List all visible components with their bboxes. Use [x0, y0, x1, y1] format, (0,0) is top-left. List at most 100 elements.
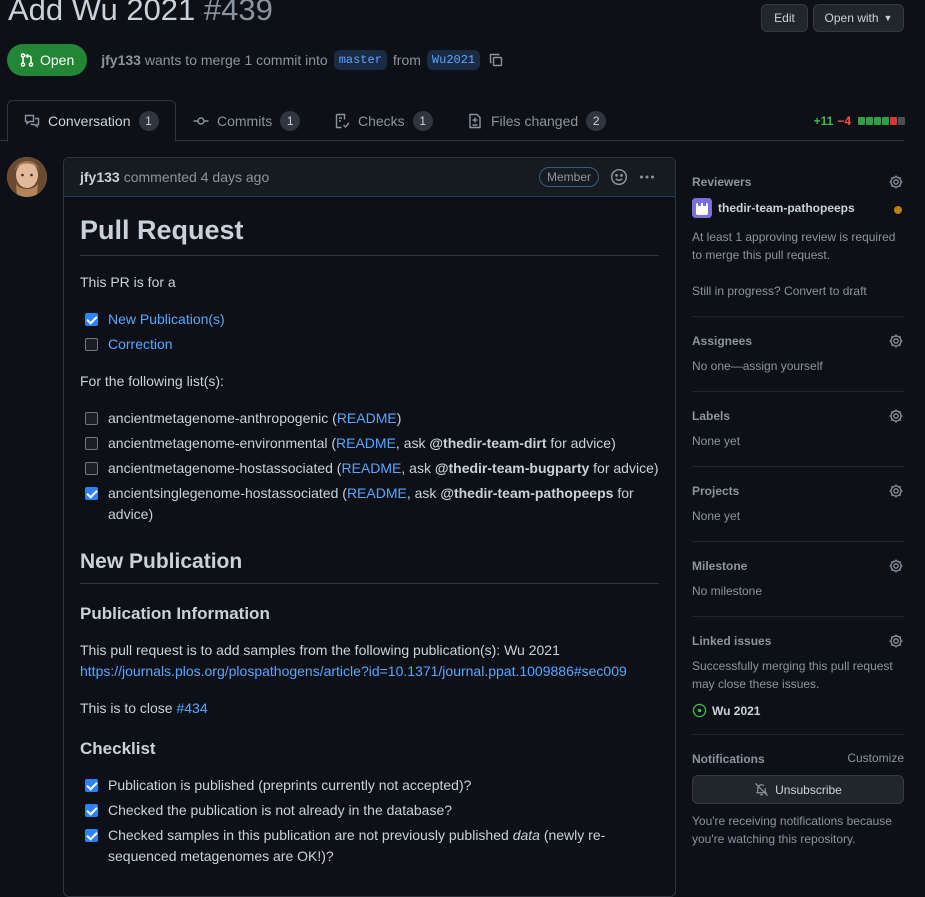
task-checkbox[interactable] — [85, 779, 98, 792]
linked-issue-item[interactable]: Wu 2021 — [692, 703, 904, 718]
convert-to-draft-link[interactable]: Still in progress? Convert to draft — [692, 282, 904, 300]
list-name: ancientsinglegenome-hostassociated ( — [108, 485, 347, 501]
task-checkbox[interactable] — [85, 412, 98, 425]
pr-title-text: Add Wu 2021 — [8, 0, 196, 27]
issue-link[interactable]: #434 — [176, 700, 207, 716]
task-ask: , ask — [406, 485, 441, 501]
tab-conversation[interactable]: Conversation 1 — [7, 100, 176, 142]
publication-paragraph: This pull request is to add samples from… — [80, 640, 659, 682]
open-with-label: Open with — [824, 11, 879, 25]
issue-opened-icon — [692, 703, 707, 718]
diffstat-block — [882, 117, 889, 125]
reviewer-item[interactable]: thedir-team-pathopeeps — [692, 198, 904, 218]
gear-icon[interactable] — [888, 408, 904, 424]
reviewer-avatar — [692, 198, 712, 218]
task-tail: ) — [396, 410, 402, 426]
tab-commits[interactable]: Commits 1 — [193, 100, 301, 141]
task-tail: for advice) — [546, 435, 616, 451]
customize-link[interactable]: Customize — [847, 751, 904, 765]
readme-link[interactable]: README — [337, 410, 397, 426]
task-text: ancientmetagenome-environmental (README,… — [108, 433, 616, 454]
list-name: ancientmetagenome-environmental ( — [108, 435, 337, 451]
task-item: ancientmetagenome-hostassociated (README… — [80, 458, 659, 479]
edit-button[interactable]: Edit — [761, 4, 808, 32]
smiley-icon[interactable] — [610, 168, 628, 186]
task-item: Checked the publication is not already i… — [80, 800, 659, 821]
close-paragraph: This is to close #434 — [80, 698, 659, 719]
gear-icon[interactable] — [888, 633, 904, 649]
team-mention[interactable]: @thedir-team-pathopeeps — [440, 485, 613, 501]
tab-label: Commits — [217, 112, 273, 129]
copy-icon[interactable] — [488, 52, 504, 68]
list-name: ancientmetagenome-hostassociated ( — [108, 460, 342, 476]
readme-link[interactable]: README — [347, 485, 407, 501]
unsubscribe-button[interactable]: Unsubscribe — [692, 775, 904, 804]
projects-title[interactable]: Projects — [692, 483, 904, 499]
open-with-button[interactable]: Open with ▼ — [813, 4, 904, 32]
team-mention[interactable]: @thedir-team-bugparty — [435, 460, 589, 476]
tab-label: Files changed — [491, 112, 579, 129]
readme-link[interactable]: README — [341, 460, 401, 476]
comment-discussion-icon — [24, 114, 40, 128]
bell-slash-icon — [755, 782, 769, 797]
assignees-title[interactable]: Assignees — [692, 333, 904, 349]
gear-icon[interactable] — [888, 483, 904, 499]
readme-link[interactable]: README — [336, 435, 396, 451]
task-checkbox[interactable] — [85, 804, 98, 817]
base-branch[interactable]: master — [333, 50, 387, 70]
task-text[interactable]: New Publication(s) — [108, 309, 225, 330]
projects-value: None yet — [692, 509, 741, 523]
publication-link[interactable]: https://journals.plos.org/plospathogens/… — [80, 663, 627, 679]
tab-counter: 1 — [412, 110, 433, 131]
tab-files-changed[interactable]: Files changed 2 — [467, 100, 607, 141]
task-tail: for advice) — [589, 460, 659, 476]
reviewers-note: At least 1 approving review is required … — [692, 230, 896, 262]
pr-description-comment: jfy133 commented 4 days ago Member Pull … — [63, 157, 676, 897]
tab-counter: 2 — [586, 110, 607, 131]
comment-timestamp[interactable]: commented 4 days ago — [124, 169, 270, 185]
state-badge: Open — [7, 44, 88, 76]
task-ask: , ask — [395, 435, 430, 451]
tab-checks[interactable]: Checks 1 — [334, 100, 433, 141]
task-checkbox[interactable] — [85, 437, 98, 450]
list-task-list: ancientmetagenome-anthropogenic (README)… — [80, 408, 659, 525]
pr-number: #439 — [203, 0, 273, 27]
task-item: Publication is published (preprints curr… — [80, 775, 659, 796]
reviewers-title[interactable]: Reviewers — [692, 174, 904, 190]
task-checkbox[interactable] — [85, 487, 98, 500]
task-text: ancientsinglegenome-hostassociated (READ… — [108, 483, 659, 525]
diffstat-block — [898, 117, 905, 125]
task-checkbox[interactable] — [85, 462, 98, 475]
sidebar-linked-issues: Linked issues Successfully merging this … — [692, 617, 904, 735]
assignees-value[interactable]: No one—assign yourself — [692, 357, 904, 375]
task-checkbox[interactable] — [85, 338, 98, 351]
gear-icon[interactable] — [888, 558, 904, 574]
kebab-horizontal-icon[interactable] — [639, 169, 655, 185]
linked-issues-title[interactable]: Linked issues — [692, 633, 904, 649]
task-text-emphasis: data — [512, 827, 540, 843]
list-name: ancientmetagenome-anthropogenic ( — [108, 410, 337, 426]
state-badge-label: Open — [40, 52, 75, 68]
lists-intro-text: For the following list(s): — [80, 373, 224, 389]
task-checkbox[interactable] — [85, 313, 98, 326]
tab-counter: 1 — [138, 111, 159, 131]
task-item: Checked samples in this publication are … — [80, 825, 659, 867]
labels-title[interactable]: Labels — [692, 408, 904, 424]
pr-author-link[interactable]: jfy133 — [101, 52, 141, 68]
gear-icon[interactable] — [888, 174, 904, 190]
type-task-list: New Publication(s) Correction — [80, 309, 659, 355]
task-checkbox[interactable] — [85, 829, 98, 842]
milestone-title[interactable]: Milestone — [692, 558, 904, 574]
comment-body: Pull Request This PR is for a New Public… — [64, 197, 675, 867]
comment-author-link[interactable]: jfy133 — [80, 169, 120, 185]
team-mention[interactable]: @thedir-team-dirt — [429, 435, 546, 451]
tab-counter: 1 — [280, 110, 301, 131]
author-avatar[interactable] — [7, 157, 47, 197]
task-text: ancientmetagenome-hostassociated (README… — [108, 458, 659, 479]
task-text[interactable]: Correction — [108, 334, 173, 355]
intro-text: This PR is for a — [80, 274, 176, 290]
head-branch[interactable]: Wu2021 — [426, 50, 481, 70]
sidebar-reviewers: Reviewers thedir-team-pathopeeps At leas… — [692, 160, 904, 317]
diffstat-block — [858, 117, 865, 125]
gear-icon[interactable] — [888, 333, 904, 349]
